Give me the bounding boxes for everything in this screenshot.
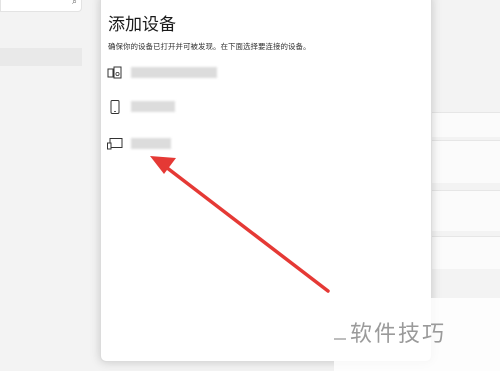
settings-card[interactable]	[430, 140, 500, 183]
dialog-description: 确保你的设备已打开并可被发现。在下面选择要连接的设备。	[108, 42, 311, 51]
audio-device-icon	[107, 66, 122, 79]
watermark-text: 软件技巧	[350, 322, 447, 347]
settings-search-box[interactable]: ⌕	[0, 0, 82, 12]
background-settings-pane-left: ⌕	[0, 0, 100, 371]
settings-card[interactable]	[430, 236, 500, 269]
settings-card[interactable]	[430, 190, 500, 231]
device-list-item[interactable]	[107, 97, 407, 117]
device-list-item[interactable]	[107, 134, 407, 154]
device-name	[131, 138, 171, 149]
device-list-item[interactable]	[107, 63, 407, 83]
device-name	[131, 67, 217, 78]
search-icon[interactable]: ⌕	[72, 0, 77, 7]
watermark-dash	[334, 338, 346, 340]
dialog-title: 添加设备	[108, 15, 176, 35]
settings-card[interactable]	[430, 112, 500, 137]
device-name	[131, 101, 175, 112]
watermark: 软件技巧	[334, 298, 500, 371]
display-icon	[107, 138, 123, 150]
selected-nav-item[interactable]	[0, 48, 82, 66]
phone-icon	[110, 100, 120, 114]
